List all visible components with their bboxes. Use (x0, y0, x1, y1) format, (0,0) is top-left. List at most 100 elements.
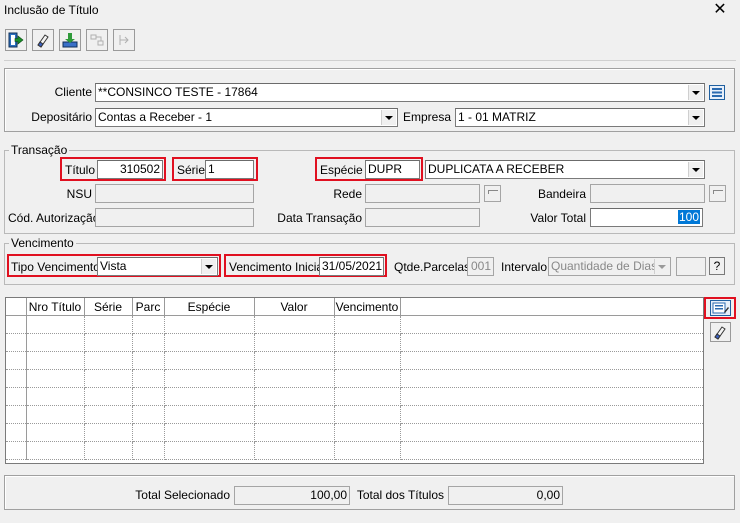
grid-cell[interactable] (400, 351, 703, 370)
grid-cell[interactable] (400, 423, 703, 442)
table-row[interactable] (6, 405, 703, 424)
grid-col-nro-titulo[interactable]: Nro Título (26, 298, 85, 316)
chevron-down-icon[interactable] (688, 85, 703, 100)
titulos-grid[interactable]: Nro Título Série Parc Espécie Valor Venc… (5, 297, 704, 464)
chevron-down-icon[interactable] (381, 110, 396, 125)
grid-cell[interactable] (132, 441, 165, 460)
grid-cell[interactable] (400, 369, 703, 388)
grid-cell[interactable] (164, 351, 255, 370)
chevron-down-icon[interactable] (688, 110, 703, 125)
grid-cell[interactable] (26, 351, 85, 370)
grid-cell[interactable] (334, 369, 401, 388)
table-row[interactable] (6, 369, 703, 388)
grid-cell[interactable] (84, 387, 133, 406)
grid-cell[interactable] (334, 315, 401, 334)
grid-cell[interactable] (132, 333, 165, 352)
table-row[interactable] (6, 387, 703, 406)
titulo-input[interactable]: 310502 (97, 160, 163, 179)
especie-desc: DUPLICATA A RECEBER (428, 162, 565, 176)
grid-col-vencimento[interactable]: Vencimento (334, 298, 401, 316)
grid-cell[interactable] (84, 405, 133, 424)
grid-cell[interactable] (132, 423, 165, 442)
grid-col-serie[interactable]: Série (84, 298, 133, 316)
grid-cell[interactable] (132, 351, 165, 370)
save-button[interactable] (59, 29, 81, 51)
empresa-combo[interactable]: 1 - 01 MATRIZ (455, 108, 705, 127)
grid-cell[interactable] (26, 387, 85, 406)
exit-icon (8, 32, 24, 48)
grid-cell[interactable] (26, 315, 85, 334)
grid-cell[interactable] (132, 315, 165, 334)
grid-cell[interactable] (254, 423, 335, 442)
grid-cell[interactable] (164, 333, 255, 352)
especie-code-input[interactable]: DUPR (365, 160, 420, 179)
grid-cell[interactable] (132, 369, 165, 388)
grid-cell[interactable] (334, 423, 401, 442)
grid-cell[interactable] (334, 387, 401, 406)
table-row[interactable] (6, 315, 703, 334)
grid-cell[interactable] (84, 369, 133, 388)
grid-cell[interactable] (334, 351, 401, 370)
grid-cell[interactable] (400, 441, 703, 460)
grid-cell[interactable] (84, 333, 133, 352)
grid-cell[interactable] (254, 387, 335, 406)
tipo-vencimento-combo[interactable]: Vista (97, 257, 218, 276)
grid-cell[interactable] (164, 315, 255, 334)
table-row[interactable] (6, 351, 703, 370)
list-icon[interactable] (709, 85, 725, 100)
grid-add-button[interactable] (710, 300, 731, 316)
close-icon[interactable]: ✕ (710, 0, 730, 20)
grid-col-valor[interactable]: Valor (254, 298, 335, 316)
exit-button[interactable] (5, 29, 27, 51)
grid-cell[interactable] (400, 333, 703, 352)
cliente-combo[interactable]: **CONSINCO TESTE - 17864 (95, 83, 705, 102)
grid-clear-button[interactable] (710, 322, 731, 342)
grid-cell[interactable] (164, 441, 255, 460)
especie-combo[interactable]: DUPLICATA A RECEBER (425, 160, 705, 179)
grid-cell[interactable] (84, 423, 133, 442)
clear-button[interactable] (32, 29, 54, 51)
valor-total-input[interactable]: 100 (590, 208, 703, 227)
grid-cell[interactable] (334, 405, 401, 424)
grid-cell[interactable] (254, 405, 335, 424)
grid-cell[interactable] (26, 423, 85, 442)
grid-cell[interactable] (26, 441, 85, 460)
vencimento-inicial-input[interactable]: 31/05/2021 (319, 257, 384, 276)
grid-cell[interactable] (254, 333, 335, 352)
grid-cell[interactable] (26, 333, 85, 352)
cod-autorizacao-label: Cód. Autorização (8, 211, 100, 225)
row-indicator (6, 315, 27, 334)
grid-cell[interactable] (400, 405, 703, 424)
grid-cell[interactable] (164, 405, 255, 424)
grid-cell[interactable] (254, 351, 335, 370)
help-button[interactable]: ? (709, 257, 725, 275)
grid-cell[interactable] (26, 405, 85, 424)
depositario-combo[interactable]: Contas a Receber - 1 (95, 108, 398, 127)
grid-cell[interactable] (334, 441, 401, 460)
table-row[interactable] (6, 333, 703, 352)
grid-cell[interactable] (84, 441, 133, 460)
chevron-down-icon[interactable] (201, 259, 216, 274)
grid-cell[interactable] (400, 315, 703, 334)
grid-cell[interactable] (132, 387, 165, 406)
grid-cell[interactable] (84, 351, 133, 370)
table-row[interactable] (6, 423, 703, 442)
grid-cell[interactable] (84, 315, 133, 334)
grid-cell[interactable] (254, 441, 335, 460)
grid-cell[interactable] (164, 423, 255, 442)
grid-col-especie[interactable]: Espécie (164, 298, 255, 316)
qtde-parcelas-input: 001 (467, 257, 494, 276)
grid-cell[interactable] (164, 387, 255, 406)
chevron-down-icon[interactable] (688, 162, 703, 177)
grid-cell[interactable] (400, 387, 703, 406)
grid-cell[interactable] (164, 369, 255, 388)
grid-cell[interactable] (26, 369, 85, 388)
grid-cell[interactable] (254, 369, 335, 388)
grid-cell[interactable] (254, 315, 335, 334)
grid-col-parc[interactable]: Parc (132, 298, 165, 316)
grid-cell[interactable] (334, 333, 401, 352)
serie-input[interactable]: 1 (205, 160, 254, 179)
table-row[interactable] (6, 441, 703, 460)
especie-label: Espécie (320, 163, 363, 177)
grid-cell[interactable] (132, 405, 165, 424)
